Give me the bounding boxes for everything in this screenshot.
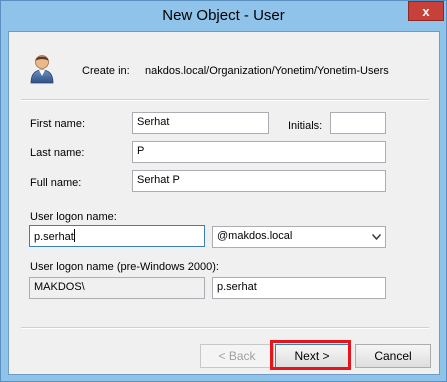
full-name-label: Full name: (30, 177, 82, 189)
pre-windows-2000-label: User logon name (pre-Windows 2000): (30, 261, 219, 273)
window-title: New Object - User (162, 7, 285, 24)
domain-select-value: @makdos.local (217, 230, 293, 242)
first-name-field[interactable]: Serhat (132, 112, 269, 134)
domain-select[interactable]: @makdos.local (212, 226, 386, 248)
user-logon-name-field[interactable]: p.serhat (29, 225, 205, 247)
create-in-label: Create in: (82, 65, 130, 77)
new-object-user-dialog: New Object - User x Create in: nakdos.lo… (0, 0, 447, 382)
next-button-highlight (270, 340, 351, 370)
user-logon-name-label: User logon name: (30, 211, 117, 223)
close-icon: x (422, 3, 430, 19)
pre-windows-2000-domain-field: MAKDOS\ (29, 277, 205, 299)
initials-field[interactable] (330, 112, 386, 134)
last-name-field[interactable]: P (132, 141, 386, 163)
first-name-label: First name: (30, 118, 86, 130)
title-bar[interactable]: New Object - User x (1, 1, 446, 31)
full-name-field[interactable]: Serhat P (132, 170, 386, 192)
create-in-path: nakdos.local/Organization/Yonetim/Yoneti… (145, 65, 389, 77)
close-button[interactable]: x (408, 1, 444, 21)
initials-label: Initials: (288, 120, 323, 132)
user-logon-name-value: p.serhat (34, 231, 74, 243)
text-cursor (73, 229, 75, 242)
last-name-label: Last name: (30, 147, 85, 159)
user-icon (30, 55, 54, 84)
back-button[interactable]: < Back (200, 344, 274, 368)
dialog-body: Create in: nakdos.local/Organization/Yon… (8, 31, 440, 375)
pre-windows-2000-user-field[interactable]: p.serhat (212, 277, 386, 299)
header-separator (21, 99, 429, 101)
footer-separator (21, 327, 429, 329)
cancel-button[interactable]: Cancel (355, 344, 431, 368)
chevron-down-icon (371, 231, 382, 243)
